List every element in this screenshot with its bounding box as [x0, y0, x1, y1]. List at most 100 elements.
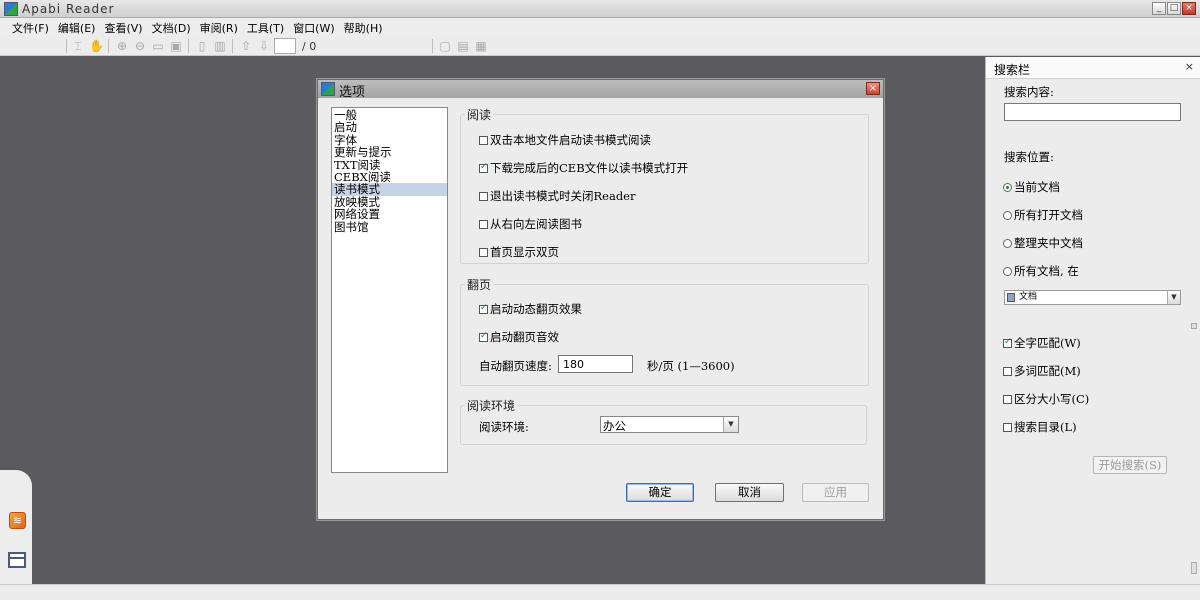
location-organizer-docs[interactable]: 整理夹中文档: [1003, 235, 1083, 251]
cancel-button[interactable]: 取消: [715, 483, 784, 502]
group-label: 阅读: [465, 106, 494, 123]
start-search-button[interactable]: 开始搜索(S): [1093, 456, 1167, 474]
radio-label: 所有打开文档: [1014, 208, 1083, 222]
menu-edit[interactable]: 编辑(E): [54, 18, 101, 36]
toolbar-separator: [432, 39, 433, 53]
page-number-input[interactable]: [274, 38, 296, 54]
checkbox[interactable]: [479, 331, 488, 342]
location-current-doc[interactable]: 当前文档: [1003, 179, 1060, 195]
radio-label: 整理夹中文档: [1014, 236, 1083, 250]
option-close-reader-on-exit[interactable]: 退出读书模式时关闭Reader: [479, 188, 635, 204]
radio-button[interactable]: [1003, 266, 1012, 276]
option-dblclick-reading-mode[interactable]: 双击本地文件启动读书模式阅读: [479, 132, 651, 148]
annotation-icon[interactable]: ▤: [456, 39, 470, 53]
apabi-logo-icon: [4, 2, 18, 16]
option-multi-word[interactable]: 多词匹配(M): [1003, 363, 1081, 379]
ok-button[interactable]: 确定: [626, 483, 694, 502]
dialog-close-button[interactable]: ×: [866, 82, 880, 95]
checkbox[interactable]: [1003, 394, 1012, 404]
select-text-icon[interactable]: ⌶: [71, 39, 85, 53]
menu-window[interactable]: 窗口(W): [289, 18, 339, 36]
previous-page-icon[interactable]: ⇧: [239, 39, 253, 53]
option-dynamic-page-turn[interactable]: 启动动态翻页效果: [479, 301, 582, 317]
apply-button[interactable]: 应用: [802, 483, 869, 502]
dialog-title-bar: 选项 ×: [318, 80, 883, 100]
menu-view[interactable]: 查看(V): [100, 18, 147, 36]
checkbox[interactable]: [479, 162, 488, 173]
close-window-button[interactable]: ×: [1182, 2, 1196, 15]
document-icon: [1007, 293, 1015, 302]
toolbar: ⌶ ✋ ⊕ ⊖ ▭ ▣ ▯ ▥ ⇧ ⇩ / 0 ▢ ▤ ▦: [0, 36, 1200, 56]
toolbar-separator: [66, 39, 67, 53]
checkbox[interactable]: [479, 191, 488, 201]
radio-button[interactable]: [1003, 238, 1012, 248]
panel-toggle-icon[interactable]: [8, 552, 26, 568]
category-startup[interactable]: 启动: [332, 121, 447, 134]
radio-label: 当前文档: [1014, 180, 1060, 194]
checkbox[interactable]: [479, 219, 488, 229]
option-label: 从右向左阅读图书: [490, 217, 582, 231]
bookmark-icon[interactable]: ▢: [438, 39, 452, 53]
category-library[interactable]: 图书馆: [332, 220, 447, 233]
menu-help[interactable]: 帮助(H): [340, 18, 388, 36]
location-all-open-docs[interactable]: 所有打开文档: [1003, 207, 1083, 223]
radio-button[interactable]: [1003, 182, 1012, 192]
fit-page-icon[interactable]: ▣: [169, 39, 183, 53]
group-label: 阅读环境: [465, 397, 518, 414]
apabi-logo-icon: [321, 82, 335, 96]
checkbox[interactable]: [479, 303, 488, 314]
option-page-turn-sound[interactable]: 启动翻页音效: [479, 329, 559, 345]
option-label: 退出读书模式时关闭Reader: [490, 189, 636, 203]
toolbar-separator: [232, 39, 233, 53]
chevron-down-icon[interactable]: ▼: [723, 417, 738, 432]
checkbox[interactable]: [1003, 422, 1012, 432]
option-label: 下载完成后的CEB文件以读书模式打开: [490, 161, 689, 175]
radio-button[interactable]: [1003, 210, 1012, 220]
checkbox[interactable]: [479, 247, 488, 257]
auto-turn-speed-label: 自动翻页速度:: [479, 359, 552, 373]
speed-unit: 秒/页 (1—3600): [647, 359, 735, 373]
zoom-out-icon[interactable]: ⊖: [133, 39, 147, 53]
maximize-button[interactable]: □: [1167, 2, 1181, 15]
checkbox[interactable]: [1003, 366, 1012, 376]
close-icon[interactable]: ×: [1185, 60, 1194, 73]
scrollbar-handle[interactable]: [1191, 323, 1197, 329]
category-update[interactable]: 更新与提示: [332, 146, 447, 159]
reading-env-group: 阅读环境 阅读环境: 办公 ▼: [460, 397, 867, 445]
next-page-icon[interactable]: ⇩: [257, 39, 271, 53]
highlight-icon[interactable]: ▦: [474, 39, 488, 53]
fit-width-icon[interactable]: ▭: [151, 39, 165, 53]
category-network[interactable]: 网络设置: [332, 208, 447, 221]
menu-review[interactable]: 审阅(R): [196, 18, 243, 36]
chevron-down-icon[interactable]: ▼: [1167, 291, 1180, 304]
auto-turn-speed-input[interactable]: 180: [558, 355, 633, 373]
menu-document[interactable]: 文档(D): [148, 18, 196, 36]
option-match-case[interactable]: 区分大小写(C): [1003, 391, 1089, 407]
category-reading-mode[interactable]: 读书模式: [332, 183, 447, 196]
reading-group: 阅读 双击本地文件启动读书模式阅读 下载完成后的CEB文件以读书模式打开 退出读…: [460, 106, 869, 264]
toolbar-separator: [188, 39, 189, 53]
option-first-page-double[interactable]: 首页显示双页: [479, 244, 559, 260]
option-whole-word[interactable]: 全字匹配(W): [1003, 335, 1081, 351]
hand-tool-icon[interactable]: ✋: [89, 39, 104, 53]
reading-env-select[interactable]: 办公 ▼: [600, 416, 739, 433]
rss-icon[interactable]: ≋: [9, 512, 26, 529]
minimize-button[interactable]: _: [1152, 2, 1166, 15]
option-search-toc[interactable]: 搜索目录(L): [1003, 419, 1077, 435]
reading-env-label: 阅读环境:: [479, 420, 529, 434]
search-input[interactable]: [1004, 103, 1181, 121]
location-all-docs-in[interactable]: 所有文档, 在: [1003, 263, 1079, 279]
zoom-in-icon[interactable]: ⊕: [115, 39, 129, 53]
menu-file[interactable]: 文件(F): [8, 18, 54, 36]
single-page-icon[interactable]: ▯: [195, 39, 209, 53]
option-label: 多词匹配(M): [1014, 364, 1081, 378]
double-page-icon[interactable]: ▥: [213, 39, 227, 53]
window-title: Apabi Reader: [22, 2, 115, 16]
option-open-ceb-reading-mode[interactable]: 下载完成后的CEB文件以读书模式打开: [479, 160, 688, 176]
folder-select[interactable]: 文档 ▼: [1004, 290, 1181, 305]
menu-tools[interactable]: 工具(T): [243, 18, 289, 36]
option-right-to-left[interactable]: 从右向左阅读图书: [479, 216, 582, 232]
scrollbar-handle[interactable]: [1191, 562, 1197, 574]
checkbox[interactable]: [479, 135, 488, 145]
checkbox[interactable]: [1003, 337, 1012, 348]
